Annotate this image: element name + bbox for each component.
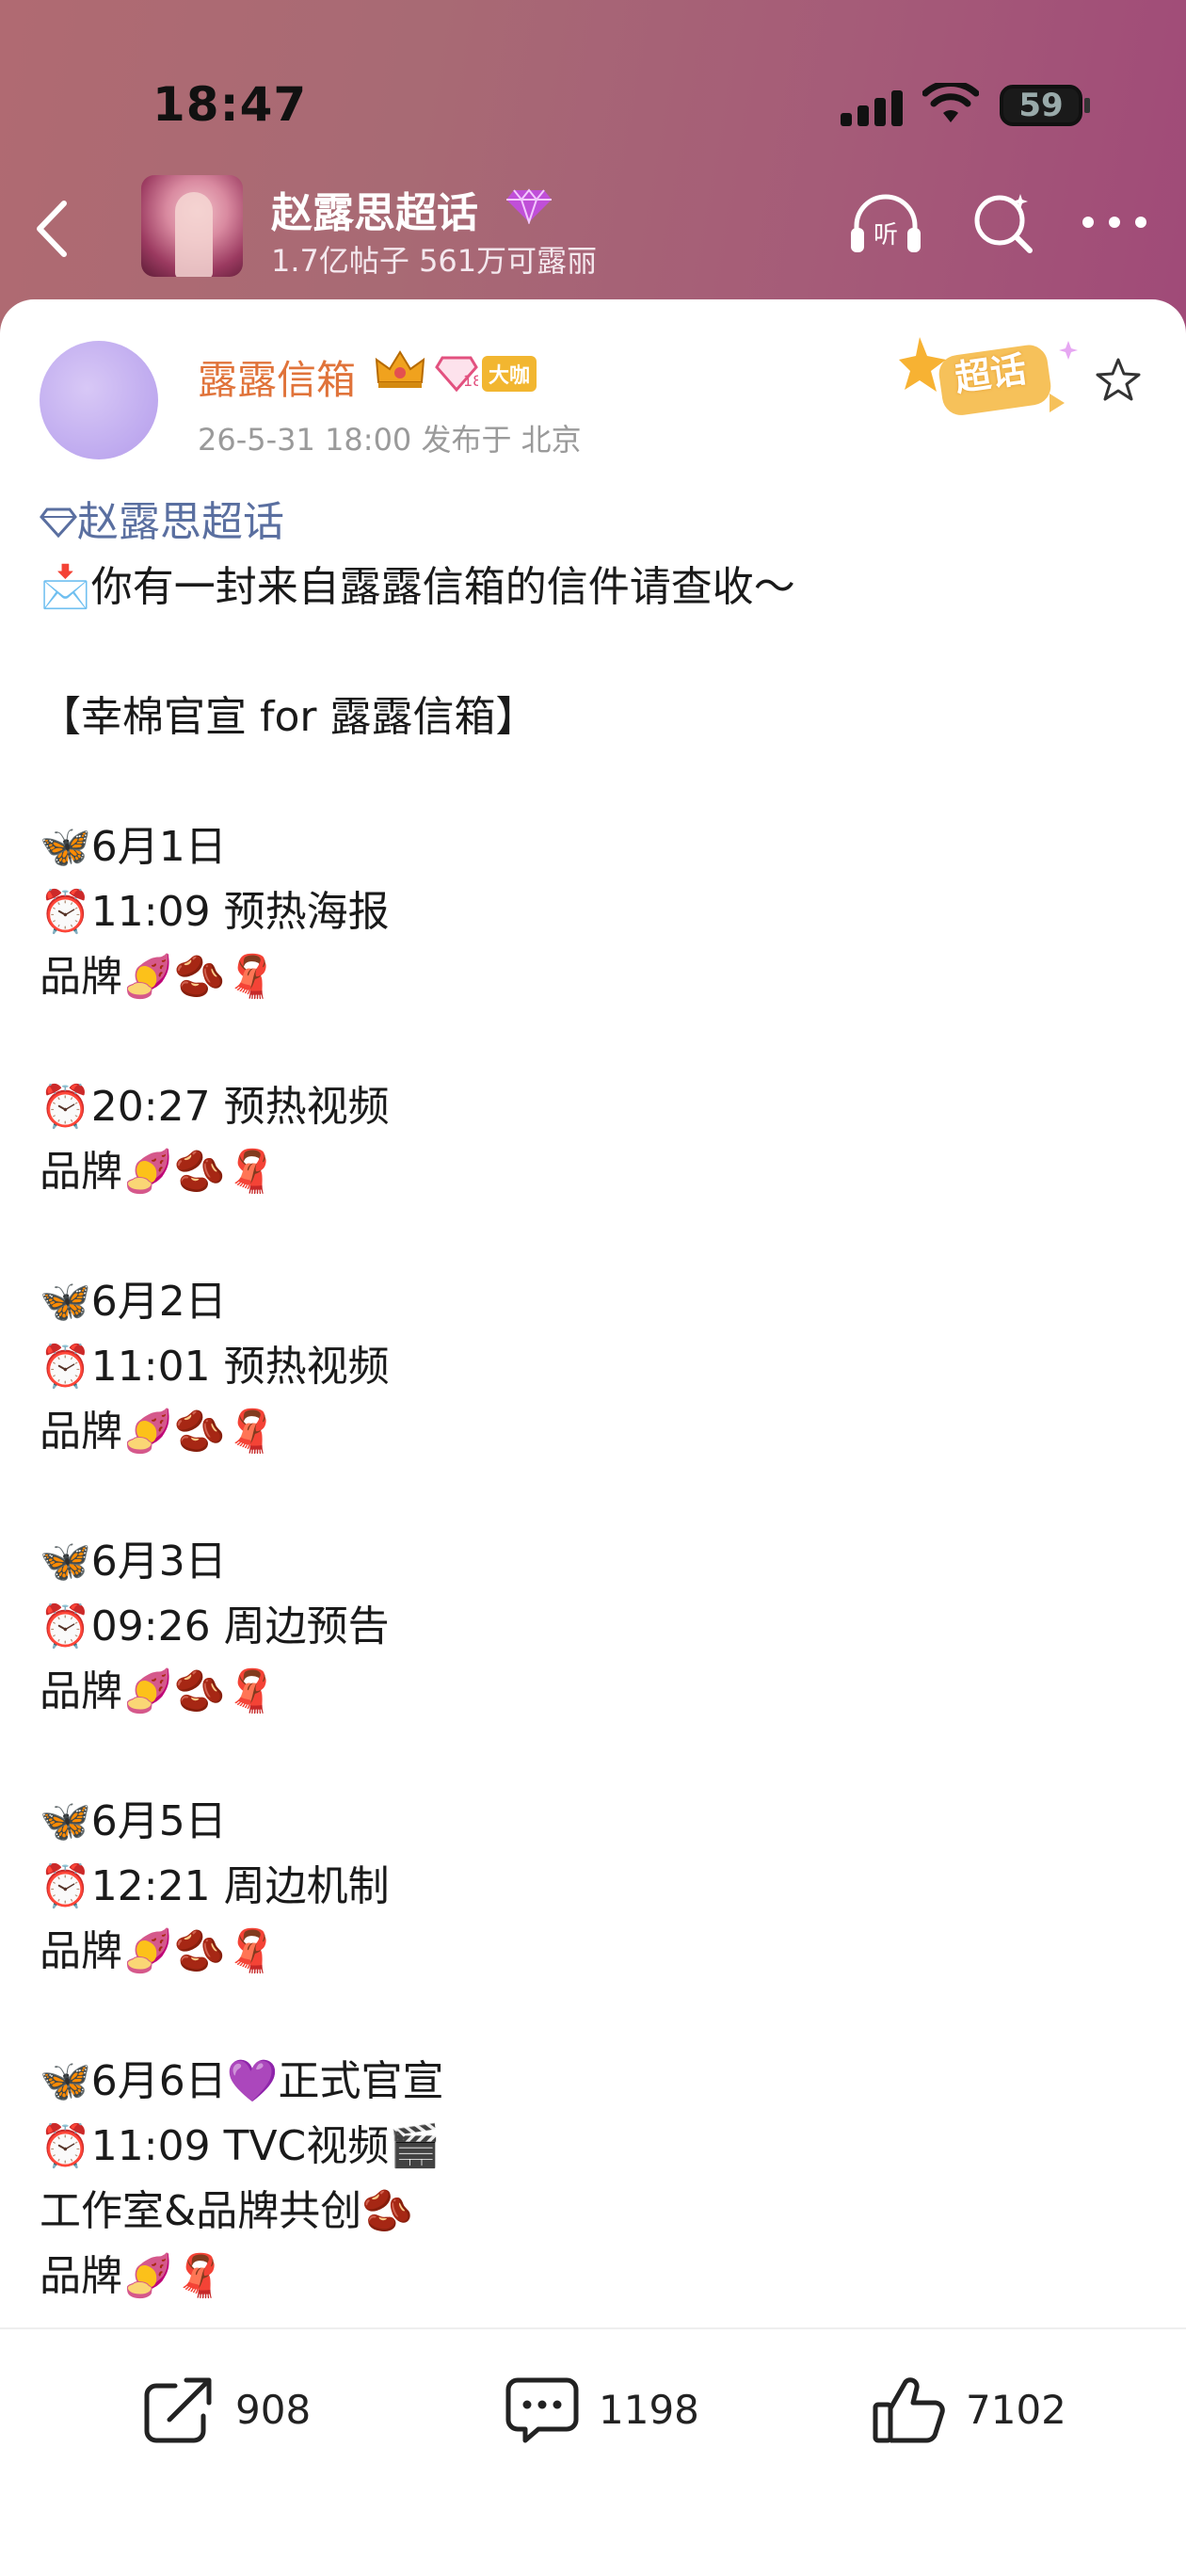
battery-tip <box>1084 98 1090 113</box>
post-line: 🦋6月2日 <box>40 1278 227 1326</box>
share-icon <box>144 2377 212 2443</box>
favorite-star-icon[interactable] <box>1094 356 1143 405</box>
topic-title[interactable]: 赵露思超话 <box>271 179 478 239</box>
post-line: 🦋6月3日 <box>40 1538 227 1586</box>
more-options-icon[interactable] <box>1082 217 1146 228</box>
listen-icon[interactable]: 听 <box>847 190 924 256</box>
share-button[interactable]: 908 <box>141 2329 311 2489</box>
post-line: 🦋6月5日 <box>40 1797 227 1845</box>
topic-avatar[interactable] <box>141 175 243 277</box>
post-meta: 26-5-31 18:00 发布于 北京 <box>198 422 582 458</box>
status-time: 18:47 <box>152 77 308 132</box>
topic-diamond-icon <box>40 507 77 539</box>
post-line: ⏰12:21 周边机制 <box>40 1862 390 1910</box>
level-number: 18 <box>463 372 478 390</box>
comment-icon <box>505 2377 579 2443</box>
post-line: 品牌🍠🫘🧣 <box>40 953 278 1001</box>
post-line: ⏰11:01 预热视频 <box>40 1343 390 1391</box>
post-line: ⏰09:26 周边预告 <box>40 1602 390 1650</box>
post-line: ⏰11:09 预热海报 <box>40 888 390 936</box>
post-line: 【幸棉官宣 for 露露信箱】 <box>40 693 537 741</box>
post-line: 🦋6月1日 <box>40 823 227 871</box>
author-name[interactable]: 露露信箱 <box>198 348 356 406</box>
cellular-signal-icon <box>841 90 903 126</box>
back-arrow-icon[interactable] <box>26 196 83 262</box>
comment-button[interactable]: 1198 <box>505 2329 699 2489</box>
comment-count: 1198 <box>599 2386 699 2433</box>
topic-stats: 1.7亿帖子 561万可露丽 <box>271 243 598 279</box>
action-bar: 908 1198 7102 <box>0 2327 1186 2576</box>
post-line: 品牌🍠🫘🧣 <box>40 1148 278 1196</box>
post-line: ⏰20:27 预热视频 <box>40 1083 390 1131</box>
thumbs-up-icon <box>873 2377 945 2443</box>
crown-badge-icon <box>375 350 425 388</box>
topic-header: 赵露思超话 1.7亿帖子 561万可露丽 听 <box>0 160 1186 301</box>
like-button[interactable]: 7102 <box>872 2329 1066 2489</box>
svg-text:听: 听 <box>873 221 898 250</box>
post-line: ⏰11:09 TVC视频🎬 <box>40 2122 441 2170</box>
diamond-badge-icon <box>506 188 552 224</box>
post-line: 📩你有一封来自露露信箱的信件请查收～ <box>40 563 795 611</box>
wifi-icon <box>922 83 979 122</box>
post-line: 🦋6月6日💜正式官宣 <box>40 2057 444 2105</box>
author-avatar[interactable] <box>40 341 158 459</box>
search-icon[interactable] <box>970 188 1037 256</box>
level-badge-icon: 18 <box>435 356 478 392</box>
post-line: 工作室&品牌共创🫘 <box>40 2187 414 2235</box>
post-line: 品牌🍠🫘🧣 <box>40 1408 278 1456</box>
topic-link-text[interactable]: 赵露思超话 <box>77 498 284 546</box>
like-count: 7102 <box>966 2386 1066 2433</box>
topic-link[interactable]: 赵露思超话 <box>40 490 1150 555</box>
battery-icon: 59 <box>1000 85 1082 126</box>
status-bar: 18:47 59 <box>0 0 1186 160</box>
big-shot-badge: 大咖 <box>482 356 537 392</box>
chaohua-sticker-text: 超话 <box>952 347 1030 400</box>
post-line: 品牌🍠🧣 <box>40 2252 226 2300</box>
share-count: 908 <box>235 2386 312 2433</box>
post-line: 品牌🍠🫘🧣 <box>40 1927 278 1975</box>
post-card: 露露信箱 18 大咖 26-5-31 18:00 发布于 北京 超话 赵露思超话… <box>0 299 1186 2576</box>
post-body: 赵露思超话 📩你有一封来自露露信箱的信件请查收～ 【幸棉官宣 for 露露信箱】… <box>40 490 1150 2309</box>
post-line: 品牌🍠🫘🧣 <box>40 1667 278 1715</box>
